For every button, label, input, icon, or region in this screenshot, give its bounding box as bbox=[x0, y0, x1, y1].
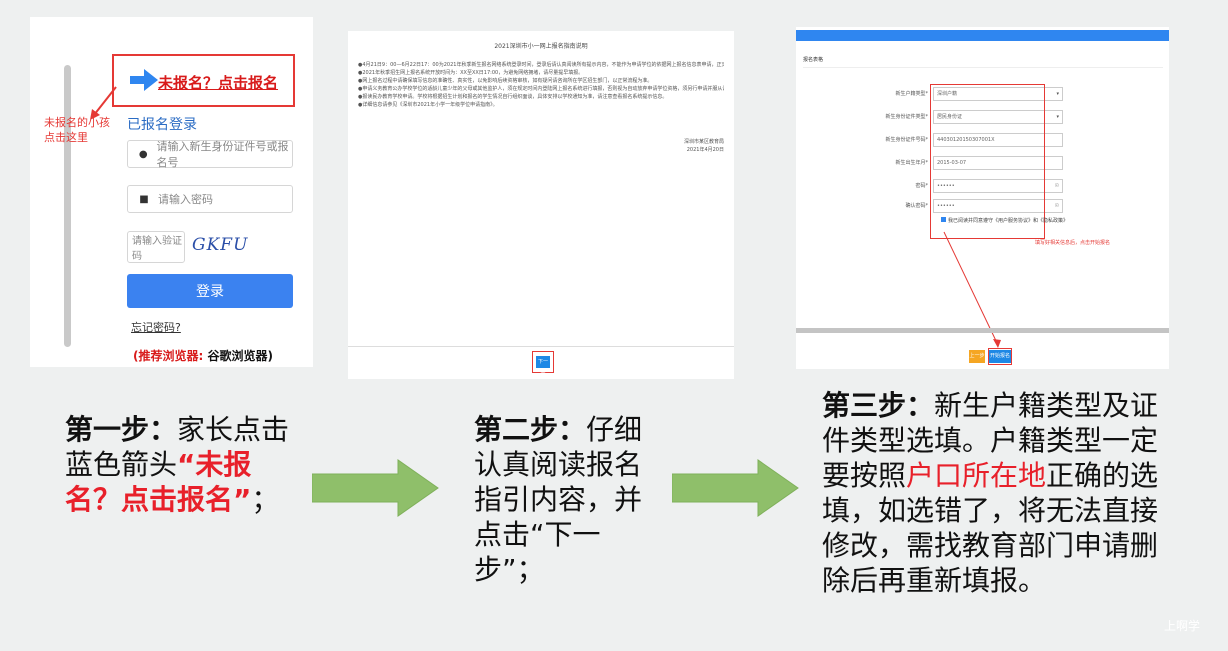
scrollbar[interactable] bbox=[796, 328, 1169, 333]
green-arrow-icon bbox=[312, 459, 439, 517]
field-label: 确认密码* bbox=[905, 203, 928, 209]
hint-note: 未报名的小孩 点击这里 bbox=[44, 116, 110, 144]
eye-icon[interactable]: ☉ bbox=[1055, 200, 1059, 212]
agreement-checkbox[interactable]: 我已阅读并同意遵守《用户服务协议》和《隐私政策》 bbox=[941, 217, 1068, 224]
agreement-text: 我已阅读并同意遵守《用户服务协议》和《隐私政策》 bbox=[948, 218, 1069, 224]
start-register-button[interactable]: 开始报名 bbox=[989, 350, 1011, 363]
guide-body: ●4月21日9：00—6月22日17：00为2021年秋季新生报名网络系统登录时… bbox=[358, 61, 724, 109]
checkbox-icon[interactable] bbox=[941, 217, 946, 222]
guide-line: ●4月21日9：00—6月22日17：00为2021年秋季新生报名网络系统登录时… bbox=[358, 62, 724, 68]
form-title: 报名表格 bbox=[803, 57, 824, 63]
green-arrow-icon bbox=[672, 459, 799, 517]
browser-recommendation: (推荐浏览器: 谷歌浏览器) bbox=[133, 347, 273, 364]
form-screenshot-panel: 报名表格 新生户籍类型* 深圳户籍 ▾ 新生身份证件类型* 居民身份证 ▾ 新生身份… bbox=[796, 27, 1169, 369]
password-input[interactable]: ■ 请输入密码 bbox=[127, 185, 293, 213]
guide-line: ●2021年秋季招生网上报名系统开放时间为：XX至XX日17:00，为避免网络拥… bbox=[358, 70, 584, 76]
step-highlight: 户口所在地 bbox=[906, 459, 1047, 492]
divider bbox=[803, 67, 1163, 68]
login-screenshot-panel: 未报名？点击报名 未报名的小孩 点击这里 已报名登录 ● 请输入新生身份证件号或… bbox=[30, 17, 313, 367]
highlight-box bbox=[930, 84, 1045, 239]
field-label: 新生身份证件号码* bbox=[885, 137, 928, 143]
chevron-down-icon: ▾ bbox=[1056, 91, 1059, 97]
id-number-placeholder: 请输入新生身份证件号或报名号 bbox=[156, 140, 289, 169]
lock-icon: ■ bbox=[139, 193, 149, 205]
captcha-placeholder: 请输入验证码 bbox=[132, 236, 182, 262]
guide-line: ●网上报名过程中请确保填写信息的准确性、真实性，以免影响后续资格审核，如有疑问请… bbox=[358, 78, 653, 84]
step-three-caption: 第三步：新生户籍类型及证件类型选填。户籍类型一定要按照户口所在地正确的选填，如选… bbox=[822, 388, 1167, 598]
divider bbox=[348, 346, 734, 347]
scrollbar[interactable] bbox=[64, 65, 71, 347]
step-title: 第一步： bbox=[65, 413, 178, 446]
field-label: 新生身份证件类型* bbox=[885, 114, 928, 120]
captcha-input[interactable]: 请输入验证码 bbox=[127, 231, 185, 263]
guide-title: 2021深圳市小一网上报名指南说明 bbox=[494, 43, 588, 50]
guide-signature: 深圳市某区教育局 2021年4月20日 bbox=[684, 138, 724, 154]
guide-screenshot-panel: 2021深圳市小一网上报名指南说明 ●4月21日9：00—6月22日17：00为… bbox=[348, 31, 734, 379]
watermark: 上啊学 bbox=[1164, 619, 1201, 633]
chevron-down-icon: ▾ bbox=[1056, 114, 1059, 120]
guide-line: ●报读民办教育学校申请。学校将根据招生计划和报名的学生情况自行组织面谈，具体安排… bbox=[358, 94, 668, 100]
password-placeholder: 请输入密码 bbox=[158, 193, 213, 206]
forgot-password-link[interactable]: 忘记密码? bbox=[131, 319, 181, 335]
captcha-image[interactable]: GKFU bbox=[192, 235, 248, 255]
step-title: 第三步： bbox=[822, 389, 935, 422]
field-label: 密码* bbox=[915, 183, 928, 189]
guide-line: ●申请义务教育公办学校学位的适龄儿童少年的父母或其他监护人，须在规定时间内登陆网… bbox=[358, 86, 724, 92]
step-two-caption: 第二步：仔细认真阅读报名指引内容，并点击“下一步”； bbox=[474, 412, 669, 587]
step-title: 第二步： bbox=[474, 413, 587, 446]
signature-date: 2021年4月20日 bbox=[686, 147, 724, 153]
user-icon: ● bbox=[138, 148, 148, 160]
step-body-end: ； bbox=[251, 483, 280, 516]
login-title: 已报名登录 bbox=[127, 117, 197, 133]
callout-note: 填写好相关信息后，点击开始报名 bbox=[1035, 240, 1111, 246]
eye-icon[interactable]: ☉ bbox=[1055, 180, 1059, 192]
field-label: 新生户籍类型* bbox=[895, 91, 928, 97]
blue-arrow-icon[interactable] bbox=[130, 69, 158, 91]
header-bar bbox=[796, 30, 1169, 41]
register-link[interactable]: 未报名？点击报名 bbox=[158, 72, 278, 93]
field-label: 新生出生年月* bbox=[895, 160, 928, 166]
guide-line: ●详细信息请参见《深圳市2021年小学一年级学位申请指南》。 bbox=[358, 102, 498, 108]
step-one-caption: 第一步：家长点击蓝色箭头“未报名？点击报名”； bbox=[65, 412, 295, 517]
signature-org: 深圳市某区教育局 bbox=[683, 139, 724, 145]
browser-name: 谷歌浏览器) bbox=[207, 349, 273, 363]
next-step-button[interactable]: 下一步 bbox=[536, 356, 550, 377]
id-number-input[interactable]: ● 请输入新生身份证件号或报名号 bbox=[127, 140, 293, 169]
login-button[interactable]: 登录 bbox=[127, 274, 293, 308]
prev-step-button[interactable]: 上一步 bbox=[969, 350, 985, 363]
browser-label: (推荐浏览器: bbox=[133, 349, 204, 363]
